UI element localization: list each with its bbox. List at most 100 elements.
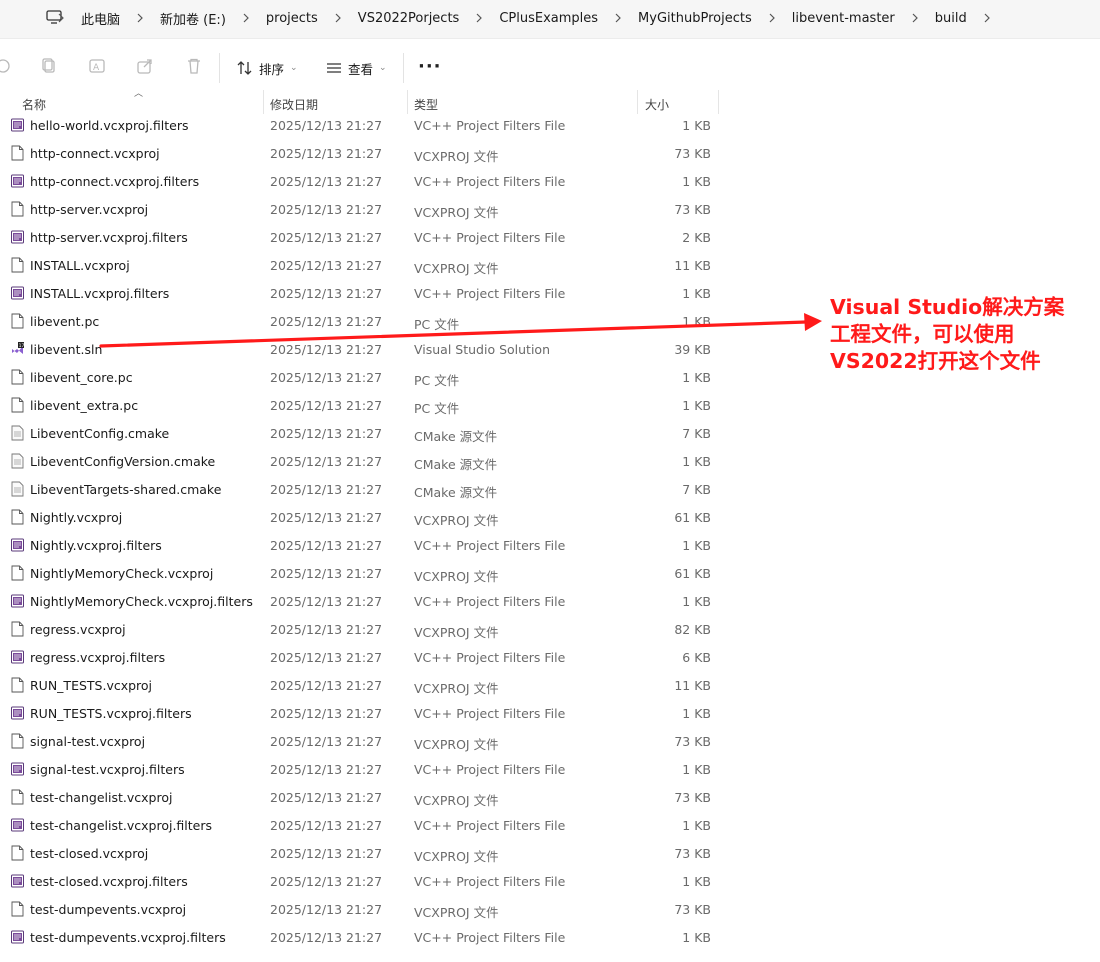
svg-text:A: A	[93, 63, 100, 73]
file-name: Nightly.vcxproj	[30, 510, 123, 525]
file-row[interactable]: INSTALL.vcxproj.filters 2025/12/13 21:27 V…	[0, 279, 720, 307]
file-type: VC++ Project Filters File	[414, 650, 566, 665]
rename-icon[interactable]: A	[88, 57, 106, 75]
file-name: signal-test.vcxproj	[30, 734, 146, 749]
chevron-right-icon[interactable]	[56, 13, 66, 23]
file-row[interactable]: Nightly.vcxproj.filters 2025/12/13 21:27 V…	[0, 531, 720, 559]
file-row[interactable]: test-closed.vcxproj.filters 2025/12/13 21…	[0, 867, 720, 895]
file-row[interactable]: test-dumpevents.vcxproj.filters 2025/12/1…	[0, 923, 720, 951]
file-row[interactable]: libevent.pc 2025/12/13 21:27 PC 文件 1 KB	[0, 307, 720, 335]
file-size: 82 KB	[674, 622, 711, 637]
file-size: 39 KB	[674, 342, 711, 357]
file-name: test-dumpevents.vcxproj.filters	[30, 930, 226, 945]
file-type: VC++ Project Filters File	[414, 538, 566, 553]
toolbar-divider	[403, 53, 404, 83]
file-name: signal-test.vcxproj.filters	[30, 762, 185, 777]
file-date: 2025/12/13 21:27	[270, 594, 383, 609]
file-name: libevent_core.pc	[30, 370, 133, 385]
breadcrumb-item[interactable]: 新加卷 (E:)	[157, 9, 229, 28]
file-type: VC++ Project Filters File	[414, 286, 566, 301]
more-options-button[interactable]: ···	[418, 56, 442, 77]
file-type: VCXPROJ 文件	[414, 261, 499, 276]
file-row[interactable]: RUN_TESTS.vcxproj.filters 2025/12/13 21:2…	[0, 699, 720, 727]
file-size: 73 KB	[674, 902, 711, 917]
breadcrumb-item[interactable]: CPlusExamples	[496, 11, 601, 26]
file-row[interactable]: NightlyMemoryCheck.vcxproj.filters 2025/1…	[0, 587, 720, 615]
file-row[interactable]: NightlyMemoryCheck.vcxproj 2025/12/13 21:…	[0, 559, 720, 587]
breadcrumb-item[interactable]: build	[932, 11, 970, 26]
file-row[interactable]: libevent_extra.pc 2025/12/13 21:27 PC 文件 1 …	[0, 391, 720, 419]
cmake-file-icon	[11, 481, 24, 497]
file-name: http-connect.vcxproj	[30, 146, 160, 161]
filters-file-icon	[11, 874, 24, 888]
file-row[interactable]: LibeventTargets-shared.cmake 2025/12/13 2…	[0, 475, 720, 503]
share-icon[interactable]	[136, 57, 154, 75]
file-size: 1 KB	[682, 118, 711, 133]
file-name: INSTALL.vcxproj.filters	[30, 286, 170, 301]
file-row[interactable]: test-dumpevents.vcxproj 2025/12/13 21:27 V…	[0, 895, 720, 923]
file-row[interactable]: signal-test.vcxproj 2025/12/13 21:27 VCXPR…	[0, 727, 720, 755]
file-name: LibeventConfigVersion.cmake	[30, 454, 216, 469]
file-name: libevent.sln	[30, 342, 103, 357]
file-row[interactable]: signal-test.vcxproj.filters 2025/12/13 21…	[0, 755, 720, 783]
command-bar	[0, 39, 1100, 89]
file-row[interactable]: 17 libevent.sln 2025/12/13 21:27 Visual Stu…	[0, 335, 720, 363]
chevron-right-icon[interactable]	[474, 13, 484, 23]
file-row[interactable]: libevent_core.pc 2025/12/13 21:27 PC 文件 1 K…	[0, 363, 720, 391]
delete-icon[interactable]	[185, 57, 203, 75]
file-row[interactable]: test-closed.vcxproj 2025/12/13 21:27 VCXPR…	[0, 839, 720, 867]
breadcrumb-item[interactable]: libevent-master	[789, 11, 898, 26]
file-size: 1 KB	[682, 594, 711, 609]
file-row[interactable]: hello-world.vcxproj.filters 2025/12/13 21…	[0, 111, 720, 139]
file-date: 2025/12/13 21:27	[270, 426, 383, 441]
file-row[interactable]: regress.vcxproj.filters 2025/12/13 21:27 V…	[0, 643, 720, 671]
file-type: CMake 源文件	[414, 485, 498, 500]
chevron-down-icon: ⌄	[290, 63, 298, 73]
file-date: 2025/12/13 21:27	[270, 118, 383, 133]
file-date: 2025/12/13 21:27	[270, 846, 383, 861]
file-row[interactable]: http-server.vcxproj 2025/12/13 21:27 VCXPR…	[0, 195, 720, 223]
file-icon	[11, 733, 24, 749]
file-size: 1 KB	[682, 286, 711, 301]
file-size: 7 KB	[682, 482, 711, 497]
copy-icon[interactable]	[40, 57, 58, 75]
file-date: 2025/12/13 21:27	[270, 790, 383, 805]
view-button[interactable]: 查看 ⌄	[326, 59, 387, 77]
file-type: CMake 源文件	[414, 429, 498, 444]
chevron-right-icon[interactable]	[767, 13, 777, 23]
chevron-right-icon[interactable]	[613, 13, 623, 23]
file-icon	[11, 509, 24, 525]
file-size: 1 KB	[682, 538, 711, 553]
breadcrumb-item[interactable]: projects	[263, 11, 321, 26]
file-row[interactable]: http-connect.vcxproj 2025/12/13 21:27 VCXP…	[0, 139, 720, 167]
sort-ascending-icon: ︿	[134, 89, 144, 99]
address-bar[interactable]: 此电脑 新加卷 (E:) projects VS2022Porjects CPlusEx…	[0, 0, 1100, 39]
view-label: 查看	[348, 61, 374, 77]
cut-icon[interactable]	[0, 57, 12, 75]
file-row[interactable]: test-changelist.vcxproj.filters 2025/12/1…	[0, 811, 720, 839]
file-row[interactable]: http-server.vcxproj.filters 2025/12/13 21…	[0, 223, 720, 251]
file-size: 73 KB	[674, 790, 711, 805]
file-size: 61 KB	[674, 510, 711, 525]
file-row[interactable]: Nightly.vcxproj 2025/12/13 21:27 VCXPROJ 文…	[0, 503, 720, 531]
file-date: 2025/12/13 21:27	[270, 510, 383, 525]
file-row[interactable]: http-connect.vcxproj.filters 2025/12/13 2…	[0, 167, 720, 195]
file-row[interactable]: regress.vcxproj 2025/12/13 21:27 VCXPROJ 文…	[0, 615, 720, 643]
file-row[interactable]: LibeventConfigVersion.cmake 2025/12/13 21…	[0, 447, 720, 475]
chevron-right-icon[interactable]	[982, 13, 992, 23]
file-list: hello-world.vcxproj.filters 2025/12/13 21…	[0, 111, 720, 951]
chevron-right-icon[interactable]	[135, 13, 145, 23]
file-row[interactable]: test-changelist.vcxproj 2025/12/13 21:27 V…	[0, 783, 720, 811]
breadcrumb-item[interactable]: MyGithubProjects	[635, 11, 755, 26]
chevron-right-icon[interactable]	[333, 13, 343, 23]
chevron-right-icon[interactable]	[910, 13, 920, 23]
file-row[interactable]: RUN_TESTS.vcxproj 2025/12/13 21:27 VCXPROJ…	[0, 671, 720, 699]
sort-button[interactable]: 排序 ⌄	[237, 59, 298, 77]
svg-text:17: 17	[19, 343, 24, 349]
chevron-right-icon[interactable]	[241, 13, 251, 23]
breadcrumb-item[interactable]: 此电脑	[78, 9, 123, 28]
breadcrumb-item[interactable]: VS2022Porjects	[355, 11, 463, 26]
file-icon	[11, 369, 24, 385]
file-row[interactable]: INSTALL.vcxproj 2025/12/13 21:27 VCXPROJ 文…	[0, 251, 720, 279]
file-row[interactable]: LibeventConfig.cmake 2025/12/13 21:27 CMak…	[0, 419, 720, 447]
